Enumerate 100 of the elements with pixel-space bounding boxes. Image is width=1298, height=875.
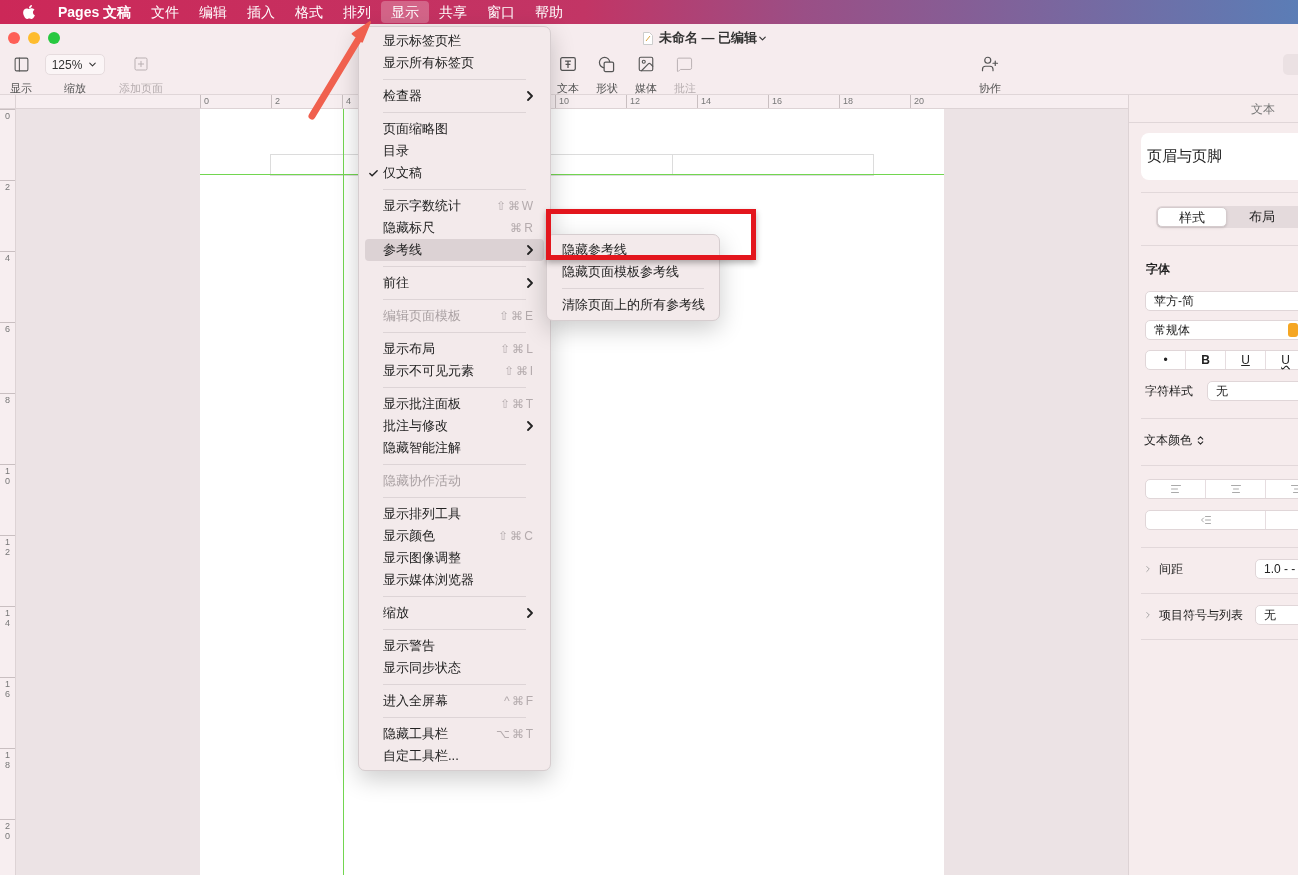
value-field[interactable]: 1.0 - - [1255, 559, 1298, 579]
font-family-field[interactable]: 苹方-简 [1145, 291, 1298, 311]
menu-bar-item[interactable]: 格式 [285, 1, 334, 23]
disclosure-chevron-icon[interactable] [1143, 610, 1153, 620]
toolbar-button[interactable]: 文本 [548, 53, 587, 97]
menu-item[interactable]: 显示字数统计 ⇧⌘W [365, 195, 544, 217]
toolbar-button[interactable]: 协作 [970, 53, 1010, 97]
shortcut-label: ⇧⌘C [498, 528, 535, 545]
shortcut-label: ⇧⌘L [500, 341, 535, 358]
menu-item[interactable]: 显示所有标签页 [365, 52, 544, 74]
align-center-icon [1229, 483, 1242, 495]
menu-item[interactable]: 显示排列工具 [365, 503, 544, 525]
menu-item[interactable]: 隐藏标尺 ⌘R [365, 217, 544, 239]
chevron-right-icon [527, 278, 533, 288]
section-title: 页眉与页脚 [1141, 133, 1298, 180]
menu-item[interactable]: 目录 [365, 140, 544, 162]
shortcut-label: ⇧⌘E [499, 308, 535, 325]
font-style-field[interactable]: 常规体 [1145, 320, 1298, 340]
apple-logo-icon[interactable] [22, 4, 36, 20]
zoom-dropdown[interactable]: 125% [45, 54, 105, 75]
ruler-label: 16 [772, 96, 782, 106]
menu-item[interactable]: 自定工具栏... [365, 745, 544, 767]
segment-tab[interactable]: 布局 [1227, 207, 1297, 227]
ruler-label: 2 [5, 183, 10, 194]
ruler-label: 0 [204, 96, 209, 106]
menu-item[interactable]: 显示颜色 ⇧⌘C [365, 525, 544, 547]
ruler-label: 12 [5, 538, 10, 559]
toolbar-button[interactable]: 媒体 [626, 53, 665, 97]
align-left-icon [1169, 483, 1182, 495]
ruler-label: 10 [559, 96, 569, 106]
menu-bar-item[interactable]: 窗口 [477, 1, 526, 23]
text-style-button[interactable]: U [1226, 351, 1266, 369]
toolbar-button[interactable]: 形状 [587, 53, 626, 97]
section-label: 间距 [1159, 561, 1184, 578]
text-style-button[interactable]: B [1186, 351, 1226, 369]
value-field[interactable]: 无 [1255, 605, 1298, 625]
ruler-label: 10 [5, 467, 10, 488]
menu-item[interactable]: 显示同步状态 [365, 657, 544, 679]
segment-tab[interactable]: 样式 [1157, 207, 1227, 227]
menu-item[interactable]: 显示布局 ⇧⌘L [365, 338, 544, 360]
outdent-icon [1199, 514, 1212, 526]
window-title: 未命名 — 已编辑 [659, 29, 758, 48]
menu-item[interactable]: 批注与修改 [365, 415, 544, 437]
ruler-label: 4 [346, 96, 351, 106]
text-style-button[interactable]: • [1146, 351, 1186, 369]
toolbar-label: 缩放 [64, 81, 86, 96]
character-style-field[interactable]: 无 [1207, 381, 1298, 401]
menu-item[interactable]: 检查器 [365, 85, 544, 107]
chevron-right-icon [527, 91, 533, 101]
minimize-button[interactable] [28, 32, 40, 44]
image-icon [636, 55, 655, 73]
text-style-button[interactable]: U [1266, 351, 1298, 369]
shortcut-label: ⌘R [510, 220, 535, 237]
menu-item[interactable]: 显示图像调整 [365, 547, 544, 569]
menu-item[interactable]: 页面缩略图 [365, 118, 544, 140]
menu-item[interactable]: 仅文稿 [365, 162, 544, 184]
menu-item[interactable]: 清除页面上的所有参考线 [552, 294, 714, 316]
menu-item[interactable]: 参考线 [365, 239, 544, 261]
menu-item[interactable]: 缩放 [365, 602, 544, 624]
ruler-label: 6 [5, 325, 10, 336]
field-label: 字符样式 [1145, 383, 1194, 400]
ruler-label: 0 [5, 112, 10, 123]
menu-bar-item[interactable]: 显示 [381, 1, 430, 23]
checkmark-icon [368, 167, 379, 179]
section-label: 项目符号与列表 [1159, 607, 1244, 624]
shortcut-label: ⇧⌘I [503, 363, 535, 380]
menu-item[interactable]: 显示不可见元素 ⇧⌘I [365, 360, 544, 382]
disclosure-chevron-icon[interactable] [1143, 564, 1153, 574]
menu-bar-item[interactable]: 共享 [429, 1, 478, 23]
ruler-label: 2 [275, 96, 280, 106]
ruler-label: 18 [843, 96, 853, 106]
toolbar-button[interactable]: 显示 [0, 53, 42, 97]
close-button[interactable] [8, 32, 20, 44]
shortcut-label: ⌥⌘T [495, 726, 535, 743]
up-down-chevron-icon[interactable] [1195, 434, 1206, 446]
shortcut-label: ⇧⌘W [495, 198, 535, 215]
menu-item[interactable]: 隐藏页面模板参考线 [552, 261, 714, 283]
menu-bar-item[interactable]: 插入 [237, 1, 286, 23]
menu-item[interactable]: 隐藏工具栏 ⌥⌘T [365, 723, 544, 745]
menu-bar-item[interactable]: 编辑 [189, 1, 238, 23]
menu-bar-item[interactable]: Pages 文稿 [48, 1, 142, 23]
zoom-button[interactable] [48, 32, 60, 44]
menu-item[interactable]: 隐藏智能注解 [365, 437, 544, 459]
header-field[interactable] [672, 154, 874, 176]
inspector-tab[interactable]: 文本 [1251, 99, 1275, 118]
menu-item[interactable]: 显示标签页栏 [365, 30, 544, 52]
document-icon [643, 31, 653, 45]
person-plus-icon [981, 55, 999, 73]
menu-bar-item[interactable]: 排列 [333, 1, 382, 23]
menu-item[interactable]: 前往 [365, 272, 544, 294]
menu-item[interactable]: 显示媒体浏览器 [365, 569, 544, 591]
menu-bar-item[interactable]: 文件 [141, 1, 190, 23]
menu-item[interactable]: 显示批注面板 ⇧⌘T [365, 393, 544, 415]
shortcut-label: ^⌘F [504, 693, 535, 710]
menu-item[interactable]: 显示警告 [365, 635, 544, 657]
field-label: 文本颜色 [1144, 432, 1192, 449]
menu-bar-item[interactable]: 帮助 [525, 1, 574, 23]
shapes-icon [598, 55, 615, 73]
menu-item[interactable]: 进入全屏幕 ^⌘F [365, 690, 544, 712]
sidebar-icon [12, 55, 30, 73]
